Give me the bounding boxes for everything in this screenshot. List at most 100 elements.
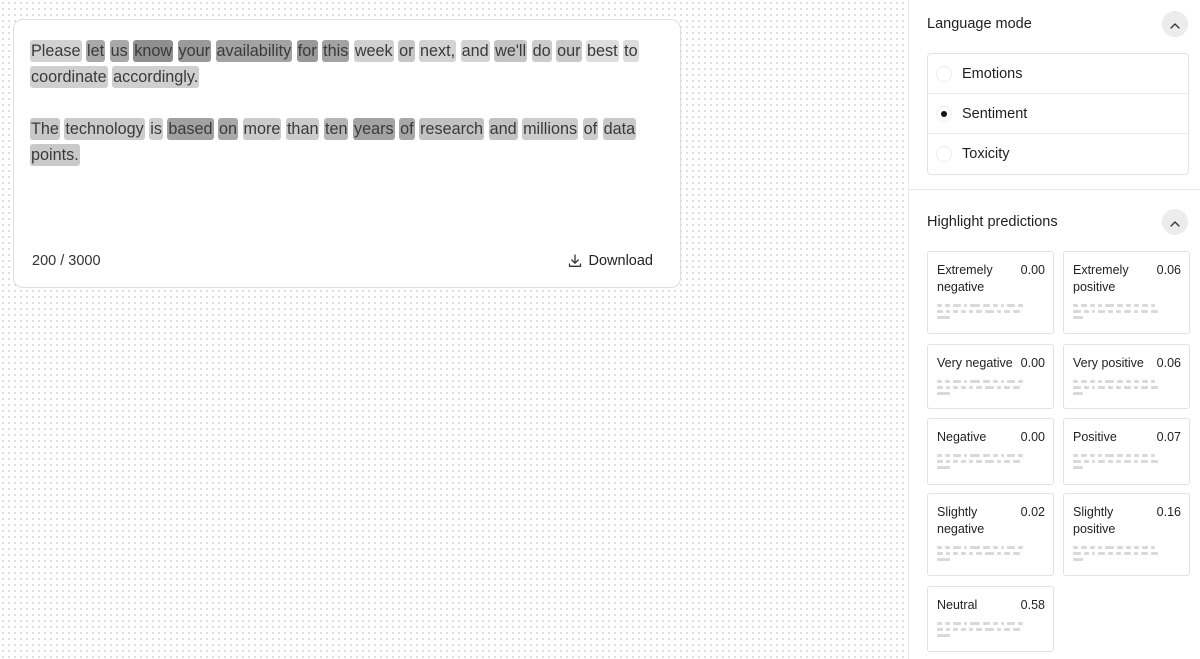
highlighted-token: points. [30, 144, 80, 166]
placeholder-block [1073, 454, 1078, 457]
prediction-card-header: Slightly negative 0.02 [937, 504, 1045, 538]
placeholder-block [963, 546, 968, 549]
prediction-card-very-negative[interactable]: Very negative 0.00 [927, 344, 1054, 409]
placeholder-block [1098, 546, 1102, 549]
placeholder-block [970, 304, 981, 307]
prediction-card-positive[interactable]: Positive 0.07 [1063, 418, 1190, 485]
placeholder-block [953, 628, 958, 631]
prediction-card-extremely-negative[interactable]: Extremely negative 0.00 [927, 251, 1054, 334]
download-button[interactable]: Download [567, 253, 653, 269]
text-editor-card: Please let us know your availability for… [13, 19, 681, 288]
placeholder-block [1134, 552, 1138, 555]
placeholder-block [1083, 552, 1089, 555]
placeholder-block [1115, 552, 1121, 555]
placeholder-block [970, 622, 981, 625]
placeholder-block [937, 628, 944, 631]
language-mode-collapse-button[interactable] [1162, 11, 1188, 37]
placeholder-block [1142, 380, 1149, 383]
placeholder-block [1134, 304, 1139, 307]
placeholder-block [1116, 304, 1123, 307]
text-preview-placeholder [1073, 546, 1181, 561]
highlighted-token: Please [30, 40, 82, 62]
highlight-predictions-header: Highlight predictions [927, 209, 1188, 235]
section-divider [909, 189, 1200, 190]
editor-footer: 200 / 3000 Download [32, 253, 653, 269]
placeholder-block [963, 304, 968, 307]
text-preview-placeholder [937, 454, 1045, 469]
placeholder-block [996, 628, 1001, 631]
radio-button[interactable] [936, 146, 952, 162]
prediction-label: Slightly positive [1073, 505, 1116, 536]
placeholder-block [969, 386, 973, 389]
placeholder-block [1115, 460, 1121, 463]
text-preview-placeholder [937, 546, 1045, 561]
placeholder-block [953, 546, 961, 549]
prediction-card-negative[interactable]: Negative 0.00 [927, 418, 1054, 485]
highlight-predictions-collapse-button[interactable] [1162, 209, 1188, 235]
placeholder-line [1073, 466, 1181, 469]
prediction-card-neutral[interactable]: Neutral 0.58 [927, 586, 1054, 652]
placeholder-block [1073, 304, 1078, 307]
placeholder-block [945, 380, 950, 383]
highlighted-token: let [86, 40, 106, 62]
prediction-card-extremely-positive[interactable]: Extremely positive 0.06 [1063, 251, 1190, 334]
placeholder-block [1115, 386, 1121, 389]
placeholder-block [1012, 628, 1021, 631]
placeholder-block [985, 460, 994, 463]
mode-option-emotions[interactable]: Emotions [928, 54, 1188, 94]
placeholder-block [1017, 304, 1023, 307]
placeholder-block [963, 380, 968, 383]
highlighted-token: our [556, 40, 582, 62]
placeholder-block [953, 454, 961, 457]
radio-button[interactable] [936, 105, 952, 122]
placeholder-block [1098, 386, 1105, 389]
prediction-card-header: Very positive 0.06 [1073, 355, 1181, 372]
prediction-card-header: Very negative 0.00 [937, 355, 1045, 372]
placeholder-block [970, 380, 981, 383]
placeholder-block [1105, 304, 1114, 307]
text-preview-placeholder [937, 304, 1045, 319]
highlighted-token: to [623, 40, 639, 62]
prediction-card-header: Positive 0.07 [1073, 429, 1181, 446]
placeholder-block [1134, 310, 1138, 313]
prediction-card-very-positive[interactable]: Very positive 0.06 [1063, 344, 1190, 409]
text-preview-placeholder [1073, 304, 1181, 319]
placeholder-block [1073, 316, 1083, 319]
placeholder-block [969, 460, 973, 463]
placeholder-block [1003, 460, 1010, 463]
prediction-value: 0.00 [1020, 356, 1045, 370]
placeholder-block [961, 628, 966, 631]
placeholder-block [1073, 558, 1083, 561]
placeholder-block [937, 558, 950, 561]
highlighted-token: your [177, 40, 212, 62]
text-preview-placeholder [1073, 380, 1181, 395]
placeholder-block [1012, 460, 1021, 463]
mode-option-sentiment[interactable]: Sentiment [928, 94, 1188, 134]
placeholder-block [937, 622, 942, 625]
placeholder-block [937, 460, 944, 463]
radio-button[interactable] [936, 65, 952, 82]
placeholder-block [969, 552, 973, 555]
mode-option-toxicity[interactable]: Toxicity [928, 134, 1188, 174]
mode-option-label: Emotions [962, 65, 1023, 82]
placeholder-block [1116, 546, 1123, 549]
prediction-card-slightly-positive[interactable]: Slightly positive 0.16 [1063, 493, 1190, 576]
placeholder-line [937, 628, 1045, 631]
settings-panel: Language mode Emotions Sentiment Toxicity … [908, 0, 1200, 659]
placeholder-block [1073, 466, 1083, 469]
prediction-value: 0.58 [1020, 598, 1045, 612]
prediction-card-slightly-negative[interactable]: Slightly negative 0.02 [927, 493, 1054, 576]
placeholder-block [937, 454, 942, 457]
placeholder-block [1017, 380, 1023, 383]
highlighted-text-area[interactable]: Please let us know your availability for… [30, 38, 670, 194]
prediction-card-header: Extremely negative 0.00 [937, 262, 1045, 296]
placeholder-block [1003, 628, 1010, 631]
placeholder-block [1003, 386, 1010, 389]
placeholder-block [1003, 310, 1010, 313]
placeholder-block [1116, 380, 1123, 383]
prediction-card-header: Extremely positive 0.06 [1073, 262, 1181, 296]
placeholder-line [937, 310, 1045, 313]
placeholder-block [937, 552, 944, 555]
